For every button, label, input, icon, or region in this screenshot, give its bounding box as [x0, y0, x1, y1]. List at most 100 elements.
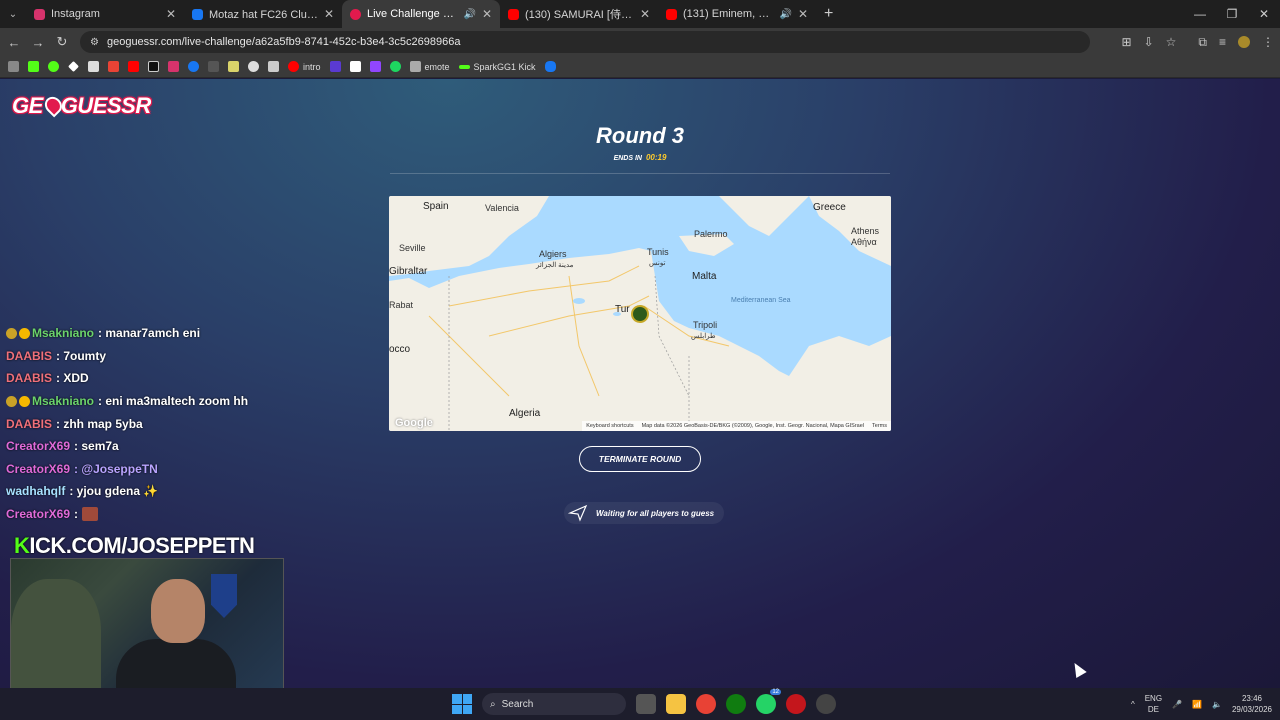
- bookmark-twitch-icon[interactable]: [369, 61, 381, 72]
- language-indicator[interactable]: ENG DE: [1145, 693, 1162, 715]
- close-icon[interactable]: ✕: [640, 7, 650, 21]
- bookmark-doc-icon[interactable]: [268, 61, 279, 72]
- maximize-icon[interactable]: ❐: [1216, 0, 1248, 28]
- bookmark-spotify-icon[interactable]: [389, 61, 401, 72]
- close-icon[interactable]: ✕: [324, 7, 334, 21]
- close-window-icon[interactable]: ✕: [1248, 0, 1280, 28]
- chevron-up-icon[interactable]: ^: [1131, 700, 1135, 709]
- chrome-icon[interactable]: [696, 694, 716, 714]
- volume-icon[interactable]: 🔈: [1212, 700, 1222, 709]
- bookmarks-bar: intro emote SparkGG1 Kick: [0, 56, 1280, 78]
- chat-username: Msakniano: [32, 326, 95, 341]
- stream-chat: Msakniano: manar7amch eni DAABIS: 7oumty…: [0, 322, 300, 525]
- terms-link[interactable]: Terms: [872, 423, 887, 429]
- chat-username: CreatorX69: [6, 507, 71, 522]
- close-icon[interactable]: ✕: [166, 7, 176, 21]
- keyboard-shortcuts-link[interactable]: Keyboard shortcuts: [586, 423, 633, 429]
- chat-message: wadhahqlf: yjou gdena ✨: [0, 480, 300, 503]
- tab-geoguessr[interactable]: Live Challenge - GeoGuessr 🔊 ✕: [342, 0, 500, 28]
- bookmark-diamond-icon[interactable]: [68, 61, 79, 72]
- wifi-icon[interactable]: 📶: [1192, 700, 1202, 709]
- bookmark-download-icon[interactable]: [88, 61, 99, 72]
- clock-time: 23:46: [1241, 694, 1262, 703]
- tab-youtube-samurai[interactable]: (130) SAMURAI [侍] 🇯 Japa ✕: [500, 0, 658, 28]
- speaker-icon[interactable]: 🔊: [779, 9, 791, 20]
- tab-instagram[interactable]: Instagram ✕: [26, 0, 184, 28]
- bookmark-facebook-icon[interactable]: [188, 61, 199, 72]
- back-icon[interactable]: ←: [2, 35, 26, 50]
- pennant-image: [211, 574, 237, 618]
- window-controls: — ❐ ✕: [1184, 0, 1280, 28]
- chat-text: : manar7amch eni: [98, 326, 201, 341]
- tab-search-icon[interactable]: ⌄: [0, 0, 26, 28]
- geoguessr-logo[interactable]: GE GUESSR: [12, 93, 151, 119]
- bookmark-star-icon[interactable]: [228, 61, 239, 72]
- profile-avatar[interactable]: [1238, 36, 1250, 48]
- apps-icon[interactable]: [8, 61, 19, 72]
- bookmark-instagram-icon[interactable]: [168, 61, 179, 72]
- chat-text: :: [74, 507, 79, 522]
- bookmark-kick-icon[interactable]: [28, 61, 39, 72]
- xbox-icon[interactable]: [726, 694, 746, 714]
- url-text: geoguessr.com/live-challenge/a62a5fb9-87…: [106, 36, 461, 48]
- bookmark-meta-icon[interactable]: [544, 61, 556, 72]
- browser-tab-bar: ⌄ Instagram ✕ Motaz hat FC26 Clubs 🧿 ein…: [0, 0, 1280, 28]
- task-view-icon[interactable]: [636, 694, 656, 714]
- app-red-icon[interactable]: [786, 694, 806, 714]
- map-label-mediterranean: Mediterranean Sea: [731, 297, 791, 304]
- speaker-icon[interactable]: 🔊: [463, 9, 475, 20]
- close-icon[interactable]: ✕: [482, 7, 492, 21]
- bookmark-intro[interactable]: intro: [288, 61, 321, 72]
- bookmark-gmail-icon[interactable]: [108, 61, 119, 72]
- tab-label: Motaz hat FC26 Clubs 🧿 eine: [209, 8, 318, 21]
- new-tab-button[interactable]: +: [816, 5, 841, 23]
- chat-username: Msakniano: [32, 394, 95, 409]
- tab-youtube-eminem[interactable]: (131) Eminem, Snoop Dogg 🔊 ✕: [658, 0, 816, 28]
- bookmark-star-icon[interactable]: ☆: [1166, 35, 1177, 49]
- close-icon[interactable]: ✕: [798, 7, 808, 21]
- logo-pin-icon: [41, 93, 66, 118]
- bookmark-chatgpt-icon[interactable]: [248, 61, 259, 72]
- bookmark-emote[interactable]: emote: [409, 61, 450, 72]
- bookmark-tiktok-icon[interactable]: [148, 61, 159, 72]
- whatsapp-icon[interactable]: 12: [756, 689, 781, 714]
- tab-facebook[interactable]: Motaz hat FC26 Clubs 🧿 eine ✕: [184, 0, 342, 28]
- windows-start-icon[interactable]: [452, 694, 472, 714]
- bookmark-p-icon[interactable]: [349, 61, 361, 72]
- kick-url: ICK.COM/JOSEPPETN: [29, 533, 255, 558]
- terminate-round-button[interactable]: TERMINATE ROUND: [579, 446, 701, 472]
- install-icon[interactable]: ⇩: [1144, 35, 1154, 49]
- streamer-face: [151, 579, 205, 643]
- app-steam-icon[interactable]: [816, 694, 836, 714]
- taskbar-search[interactable]: ⌕ Search: [482, 693, 626, 715]
- url-input[interactable]: ⚙ geoguessr.com/live-challenge/a62a5fb9-…: [80, 31, 1090, 53]
- chat-message: DAABIS: zhh map 5yba: [0, 412, 300, 435]
- bookmark-label: SparkGG1 Kick: [473, 61, 536, 72]
- instagram-icon: [34, 8, 45, 20]
- bookmark-grid-icon[interactable]: [208, 61, 219, 72]
- minimize-icon[interactable]: —: [1184, 0, 1216, 28]
- lang-bottom: DE: [1147, 705, 1159, 714]
- clock[interactable]: 23:46 29/03/2026: [1232, 693, 1272, 715]
- map-label-algeria: Algeria: [509, 408, 541, 419]
- bookmark-v-icon[interactable]: [329, 61, 341, 72]
- reading-list-icon[interactable]: ≡: [1219, 35, 1226, 49]
- map-label-athens-greek: Αθήνα: [851, 237, 877, 247]
- map-label-tunis: Tunis: [647, 247, 669, 257]
- site-info-icon[interactable]: ⚙: [90, 37, 99, 48]
- player-guess-marker[interactable]: [631, 305, 649, 323]
- file-explorer-icon[interactable]: [666, 694, 686, 714]
- reload-icon[interactable]: ↻: [50, 34, 74, 50]
- translate-icon[interactable]: ⊞: [1122, 35, 1132, 49]
- bookmark-d-icon[interactable]: [48, 61, 59, 72]
- clock-date: 29/03/2026: [1231, 705, 1272, 714]
- bookmark-youtube-icon[interactable]: [128, 61, 139, 72]
- map-label-seville: Seville: [399, 243, 426, 253]
- forward-icon[interactable]: →: [26, 35, 50, 50]
- waiting-status: Waiting for all players to guess: [564, 502, 725, 524]
- result-map[interactable]: Spain Valencia Greece Athens Αθήνα Paler…: [389, 196, 891, 431]
- extensions-icon[interactable]: ⧉: [1198, 35, 1207, 50]
- bookmark-sparkgg1[interactable]: SparkGG1 Kick: [458, 61, 536, 72]
- microphone-icon[interactable]: 🎤: [1172, 700, 1182, 709]
- menu-icon[interactable]: ⋮: [1262, 35, 1274, 49]
